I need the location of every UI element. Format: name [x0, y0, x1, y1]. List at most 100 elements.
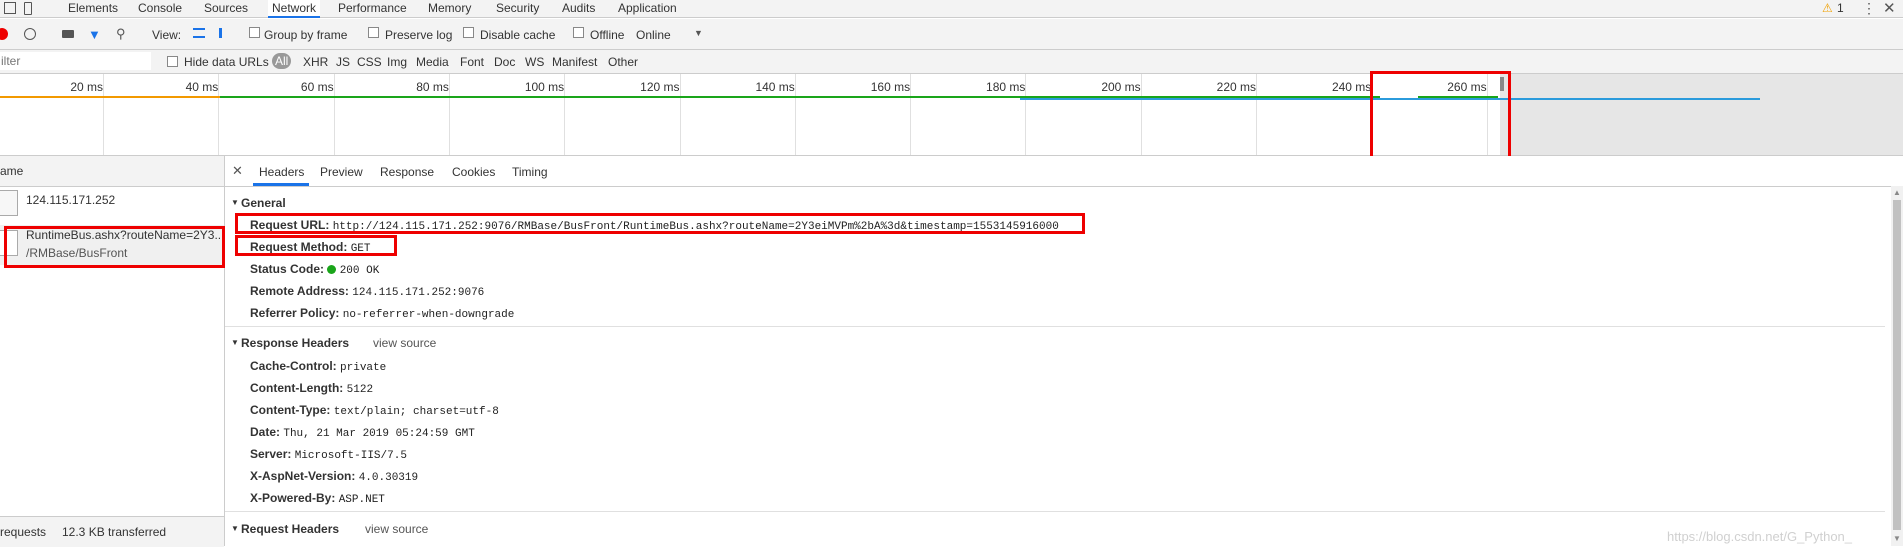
request-method-highlight — [235, 235, 397, 256]
close-icon[interactable]: ✕ — [232, 163, 243, 179]
record-icon[interactable] — [0, 28, 8, 40]
request-list-header — [0, 156, 224, 187]
filter-type-all[interactable]: All — [272, 53, 292, 69]
warning-icon[interactable]: ⚠ — [1822, 1, 1833, 15]
timeline-overview[interactable]: 20 ms 40 ms 60 ms 80 ms 100 ms 120 ms 140 ms 16… — [0, 74, 1903, 156]
request-headers-section-title[interactable]: Request Headers — [241, 522, 339, 536]
header-value: 5122 — [346, 384, 374, 396]
timeline-selection-highlight — [1370, 71, 1511, 161]
inspect-icon[interactable] — [4, 2, 16, 14]
chevron-down-icon[interactable]: ▼ — [694, 28, 703, 38]
tab-network[interactable]: Network — [268, 0, 321, 18]
hide-data-urls-checkbox[interactable] — [167, 56, 178, 67]
section-divider — [225, 511, 1885, 512]
header-value: no-referrer-when-downgrade — [342, 309, 515, 321]
tab-elements[interactable]: Elements — [68, 0, 118, 18]
waterfall-overview-icon[interactable] — [219, 28, 233, 38]
more-menu-icon[interactable]: ⋮ — [1862, 0, 1876, 17]
tab-sources[interactable]: Sources — [204, 0, 248, 18]
filter-type-css[interactable]: CSS — [357, 55, 382, 69]
filter-icon[interactable]: ▼ — [88, 27, 101, 42]
header-key: Content-Length: — [250, 381, 344, 395]
filter-type-ws[interactable]: WS — [525, 55, 544, 69]
view-source-link[interactable]: view source — [365, 522, 428, 536]
active-tab-underline — [253, 183, 309, 186]
filter-type-manifest[interactable]: Manifest — [552, 55, 597, 69]
timeline-bar-orange — [0, 96, 220, 98]
tab-audits[interactable]: Audits — [562, 0, 595, 18]
filter-input[interactable] — [0, 52, 151, 70]
filter-type-other[interactable]: Other — [608, 55, 638, 69]
header-row: Content-Type: text/plain; charset=utf-8 — [250, 403, 499, 418]
header-row: Date: Thu, 21 Mar 2019 05:24:59 GMT — [250, 425, 475, 440]
request-row[interactable]: 124.115.171.252 — [0, 187, 224, 223]
tab-cookies[interactable]: Cookies — [452, 165, 495, 179]
warning-count: 1 — [1837, 1, 1844, 15]
header-value: 200 OK — [339, 265, 380, 277]
throttling-select[interactable]: Online — [636, 28, 671, 42]
filter-type-img[interactable]: Img — [387, 55, 407, 69]
offline-checkbox[interactable] — [573, 27, 584, 38]
tab-console[interactable]: Console — [138, 0, 182, 18]
triangle-down-icon[interactable]: ▼ — [231, 338, 239, 347]
offline-label: Offline — [590, 28, 625, 42]
filter-type-media[interactable]: Media — [416, 55, 449, 69]
triangle-down-icon[interactable]: ▼ — [231, 198, 239, 207]
document-file-icon — [0, 190, 18, 216]
name-column-header[interactable]: ame — [0, 164, 23, 178]
header-key: Content-Type: — [250, 403, 331, 417]
header-row: X-Powered-By: ASP.NET — [250, 491, 385, 506]
header-row: Status Code: 200 OK — [250, 262, 379, 277]
preserve-log-label: Preserve log — [385, 28, 453, 42]
tab-timing[interactable]: Timing — [512, 165, 548, 179]
header-row: Server: Microsoft-IIS/7.5 — [250, 447, 407, 462]
view-label: View: — [152, 28, 182, 42]
timeline-gridline — [103, 74, 104, 155]
timeline-tick-label: 220 ms — [1216, 80, 1256, 94]
view-source-link[interactable]: view source — [373, 336, 436, 350]
filter-type-js[interactable]: JS — [336, 55, 350, 69]
filter-type-doc[interactable]: Doc — [494, 55, 515, 69]
timeline-after-range-shade — [1500, 74, 1903, 155]
tab-headers[interactable]: Headers — [259, 165, 304, 179]
header-key: X-AspNet-Version: — [250, 469, 356, 483]
filter-type-font[interactable]: Font — [460, 55, 484, 69]
request-list-pane: ame 124.115.171.252 RuntimeBus.ashx?rout… — [0, 156, 225, 547]
tab-memory[interactable]: Memory — [428, 0, 471, 18]
large-request-rows-icon[interactable] — [193, 28, 205, 38]
timeline-tick-label: 240 ms — [1331, 80, 1372, 94]
device-toolbar-icon[interactable] — [24, 2, 32, 15]
tab-application[interactable]: Application — [618, 0, 677, 18]
request-detail-pane: ✕ Headers Preview Response Cookies Timin… — [225, 156, 1903, 546]
scrollbar-down-arrow[interactable]: ▼ — [1893, 534, 1901, 543]
response-headers-section-title[interactable]: Response Headers — [241, 336, 349, 350]
status-ok-dot-icon — [327, 265, 337, 275]
section-divider — [225, 326, 1885, 327]
search-icon[interactable]: ⚲ — [116, 26, 126, 42]
transferred-size: 12.3 KB transferred — [62, 525, 167, 539]
tab-security[interactable]: Security — [496, 0, 539, 18]
timeline-gridline — [679, 74, 681, 155]
tab-response[interactable]: Response — [380, 165, 434, 179]
preserve-log-checkbox[interactable] — [368, 27, 379, 38]
scrollbar-thumb[interactable] — [1893, 200, 1901, 530]
tab-performance[interactable]: Performance — [338, 0, 407, 18]
request-count: requests — [0, 525, 47, 539]
scrollbar-up-arrow[interactable]: ▲ — [1893, 188, 1901, 197]
timeline-gridline — [448, 74, 450, 155]
filter-type-xhr[interactable]: XHR — [303, 55, 328, 69]
request-name: 124.115.171.252 — [26, 193, 116, 207]
capture-screenshots-icon[interactable] — [62, 30, 74, 38]
group-by-frame-checkbox[interactable] — [249, 27, 260, 38]
close-icon[interactable]: ✕ — [1883, 0, 1896, 17]
vertical-scrollbar[interactable]: ▲ ▼ — [1891, 186, 1903, 546]
clear-icon[interactable] — [24, 28, 36, 40]
tab-preview[interactable]: Preview — [320, 165, 363, 179]
triangle-down-icon[interactable]: ▼ — [231, 524, 239, 533]
timeline-gridline — [794, 74, 796, 155]
disable-cache-checkbox[interactable] — [463, 27, 474, 38]
general-section-title[interactable]: General — [241, 196, 286, 210]
header-key: Server: — [250, 447, 292, 461]
header-row: Cache-Control: private — [250, 359, 386, 374]
header-key: Referrer Policy: — [250, 306, 340, 320]
